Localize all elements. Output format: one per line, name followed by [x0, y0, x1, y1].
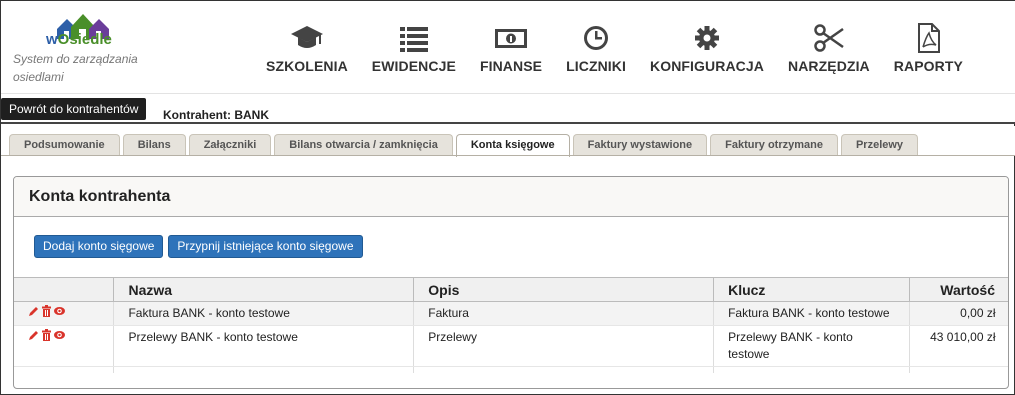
accounts-table: Nazwa Opis Klucz Wartość Faktura BANK - … [14, 277, 1008, 373]
add-account-button[interactable]: Dodaj konto sięgowe [34, 235, 164, 258]
table-row[interactable]: Faktura BANK - konto testowe Faktura Fak… [14, 301, 1008, 326]
tab-faktury-otrzymane[interactable]: Faktury otrzymane [710, 134, 838, 156]
cell-description: Faktura [413, 301, 714, 326]
attach-account-button[interactable]: Przypnij istniejące konto sięgowe [168, 235, 363, 258]
cell-value: 43 010,00 zł [908, 325, 1008, 367]
menu-item-narzedzia[interactable]: NARZĘDZIA [776, 23, 882, 83]
menu-item-konfiguracja[interactable]: KONFIGURACJA [638, 23, 776, 83]
menu-item-ewidencje[interactable]: EWIDENCJE [360, 23, 468, 83]
edit-pencil-icon[interactable] [28, 329, 39, 341]
tab-podsumowanie[interactable]: Podsumowanie [9, 134, 120, 156]
menu-item-liczniki[interactable]: LICZNIKI [554, 23, 638, 83]
cell-name: Przelewy BANK - konto testowe [113, 325, 414, 367]
clock-icon [584, 26, 609, 50]
pdf-file-icon [918, 23, 941, 53]
contractor-label: Kontrahent: [163, 108, 231, 122]
column-header-actions [14, 277, 115, 302]
menu-label: EWIDENCJE [371, 58, 456, 74]
panel-title: Konta kontrahenta [14, 177, 1008, 217]
back-to-contractors-button[interactable]: Powrót do kontrahentów [1, 98, 147, 120]
gear-icon [694, 26, 719, 50]
cell-description: Przelewy [413, 325, 714, 367]
tab-bilans[interactable]: Bilans [122, 134, 186, 156]
header: wOsiedle System do zarządzania osiedlami… [1, 1, 1015, 93]
contractor-info: Kontrahent: BANK [163, 108, 269, 122]
scissors-icon [814, 24, 844, 52]
cell-name: Faktura BANK - konto testowe [113, 301, 414, 326]
tab-divider [1, 155, 1015, 156]
tab-bar: Podsumowanie Bilans Załączniki Bilans ot… [1, 126, 1015, 157]
accounts-panel: Konta kontrahenta Dodaj konto sięgowe Pr… [13, 176, 1009, 389]
column-header-value[interactable]: Wartość [908, 277, 1008, 302]
delete-trash-icon[interactable] [41, 305, 52, 317]
tab-konta-ksiegowe[interactable]: Konta księgowe [455, 134, 570, 157]
table-row-spacer [14, 366, 1008, 373]
list-icon [399, 27, 428, 52]
view-eye-icon[interactable] [54, 329, 65, 341]
row-actions [14, 301, 114, 326]
contractor-name: BANK [234, 108, 270, 122]
tab-faktury-wystawione[interactable]: Faktury wystawione [572, 134, 708, 156]
view-eye-icon[interactable] [54, 305, 65, 317]
menu-item-szkolenia[interactable]: SZKOLENIA [254, 23, 360, 83]
banknote-icon [495, 29, 528, 48]
cell-key: Przelewy BANK - konto testowe [713, 325, 910, 367]
menu-label: SZKOLENIA [266, 58, 348, 74]
sub-bar: Powrót do kontrahentów Kontrahent: BANK [1, 93, 1015, 124]
menu-label: KONFIGURACJA [650, 58, 764, 74]
cell-value: 0,00 zł [908, 301, 1008, 326]
edit-pencil-icon[interactable] [28, 305, 39, 317]
table-header-row: Nazwa Opis Klucz Wartość [14, 277, 1008, 302]
tab-zalaczniki[interactable]: Załączniki [188, 134, 272, 156]
menu-label: RAPORTY [893, 58, 963, 74]
tab-bilans-otwarcia[interactable]: Bilans otwarcia / zamknięcia [274, 134, 453, 156]
menu-item-finanse[interactable]: FINANSE [468, 23, 554, 83]
tagline: System do zarządzania osiedlami [13, 52, 138, 84]
column-header-key[interactable]: Klucz [713, 277, 910, 302]
column-header-name[interactable]: Nazwa [113, 277, 415, 302]
menu-label: LICZNIKI [566, 58, 626, 74]
column-header-description[interactable]: Opis [413, 277, 715, 302]
row-actions [14, 325, 114, 367]
logo-text[interactable]: wOsiedle [46, 31, 112, 48]
main-menu: SZKOLENIA EWIDENCJE FINANSE LICZNIKI KON… [254, 23, 975, 83]
table-row[interactable]: Przelewy BANK - konto testowe Przelewy P… [14, 325, 1008, 367]
menu-label: NARZĘDZIA [787, 58, 870, 74]
app-window: wOsiedle System do zarządzania osiedlami… [0, 0, 1015, 395]
menu-label: FINANSE [479, 58, 543, 74]
cell-key: Faktura BANK - konto testowe [713, 301, 910, 326]
menu-item-raporty[interactable]: RAPORTY [882, 23, 975, 83]
tab-przelewy[interactable]: Przelewy [840, 134, 919, 156]
delete-trash-icon[interactable] [41, 329, 52, 341]
graduation-cap-icon [290, 26, 323, 48]
